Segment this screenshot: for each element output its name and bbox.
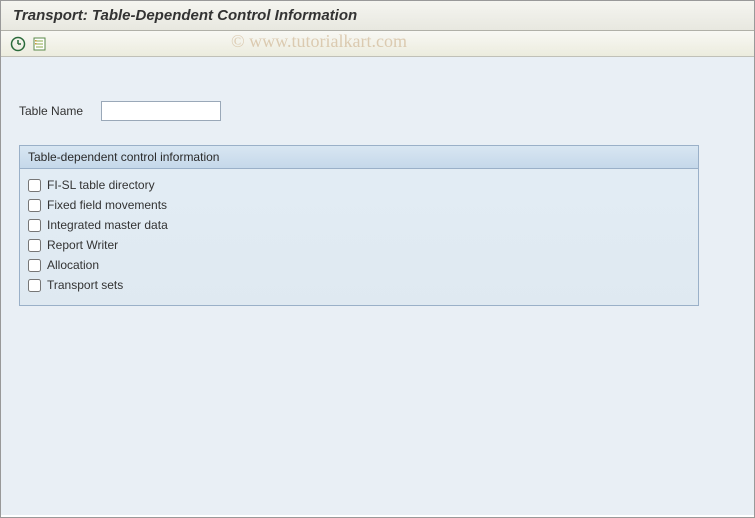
groupbox-body: FI-SL table directory Fixed field moveme… — [20, 169, 698, 305]
checkbox-row-fisl: FI-SL table directory — [28, 175, 690, 195]
checkbox-row-integrated: Integrated master data — [28, 215, 690, 235]
title-bar: Transport: Table-Dependent Control Infor… — [1, 1, 754, 31]
groupbox-title: Table-dependent control information — [20, 146, 698, 169]
checkbox-label-fixed: Fixed field movements — [47, 198, 167, 212]
checkbox-row-allocation: Allocation — [28, 255, 690, 275]
content-area: Table Name Table-dependent control infor… — [1, 57, 754, 515]
checkbox-row-transport: Transport sets — [28, 275, 690, 295]
checkbox-fisl[interactable] — [28, 179, 41, 192]
checkbox-label-integrated: Integrated master data — [47, 218, 168, 232]
control-info-groupbox: Table-dependent control information FI-S… — [19, 145, 699, 306]
checkbox-label-transport: Transport sets — [47, 278, 123, 292]
checkbox-label-report: Report Writer — [47, 238, 118, 252]
variant-icon[interactable] — [31, 35, 49, 53]
checkbox-allocation[interactable] — [28, 259, 41, 272]
checkbox-label-allocation: Allocation — [47, 258, 99, 272]
checkbox-row-report: Report Writer — [28, 235, 690, 255]
table-name-row: Table Name — [19, 101, 736, 121]
table-name-label: Table Name — [19, 104, 89, 118]
execute-icon[interactable] — [9, 35, 27, 53]
table-name-input[interactable] — [101, 101, 221, 121]
toolbar — [1, 31, 754, 57]
checkbox-label-fisl: FI-SL table directory — [47, 178, 155, 192]
checkbox-integrated[interactable] — [28, 219, 41, 232]
checkbox-transport[interactable] — [28, 279, 41, 292]
checkbox-report[interactable] — [28, 239, 41, 252]
checkbox-row-fixed: Fixed field movements — [28, 195, 690, 215]
checkbox-fixed[interactable] — [28, 199, 41, 212]
page-title: Transport: Table-Dependent Control Infor… — [13, 7, 742, 24]
